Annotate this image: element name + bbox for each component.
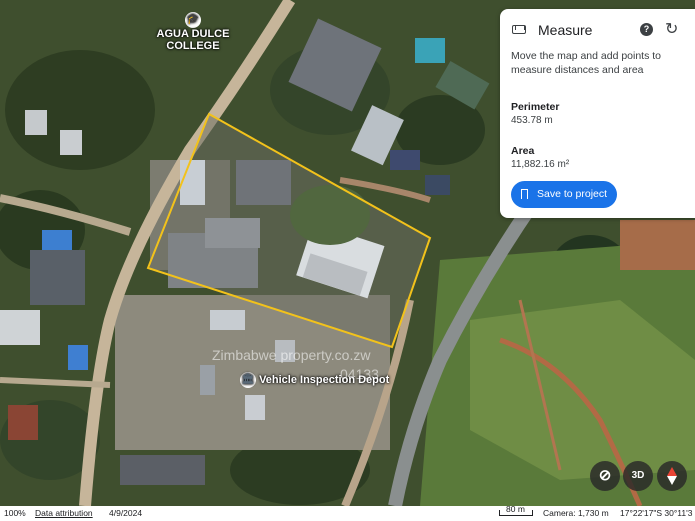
building-icon: 🏛 (240, 372, 256, 388)
help-icon[interactable]: ? (640, 23, 653, 36)
3d-toggle-button[interactable]: 3D (623, 461, 653, 491)
measure-title: Measure (538, 22, 593, 38)
watermark-line2: 04133 (340, 366, 379, 382)
school-icon: 🎓 (185, 12, 201, 28)
perimeter-value: 453.78 m (511, 115, 553, 126)
bookmark-icon (521, 189, 528, 199)
coordinates: 17°22'17"S 30°11'3 (620, 508, 693, 518)
perimeter-label: Perimeter (511, 101, 560, 113)
area-value: 11,882.16 m² (511, 159, 570, 170)
location-off-icon: ⊘ (598, 467, 612, 484)
save-to-project-label: Save to project (537, 188, 608, 200)
college-label-text: AGUA DULCE COLLEGE (156, 28, 230, 52)
measure-panel: Measure ? ↻ Move the map and add points … (500, 9, 695, 218)
watermark-line1: Zimbabwe property.co.zw (212, 347, 371, 363)
ruler-icon (512, 25, 526, 34)
save-to-project-button[interactable]: Save to project (511, 181, 617, 208)
data-attribution-link[interactable]: Data attribution (35, 506, 93, 521)
college-label[interactable]: 🎓 AGUA DULCE COLLEGE (150, 12, 236, 52)
status-bar: 100% Data attribution 4/9/2024 80 m Came… (0, 504, 695, 521)
camera-altitude: Camera: 1,730 m (543, 508, 609, 518)
3d-toggle-label: 3D (631, 470, 645, 481)
imagery-date: 4/9/2024 (109, 508, 143, 518)
compass-icon (667, 467, 677, 485)
measure-panel-header: Measure ? ↻ (512, 21, 690, 41)
scale-bar (499, 510, 533, 516)
measure-instructions: Move the map and add points to measure d… (511, 50, 662, 76)
reset-icon[interactable]: ↻ (665, 19, 678, 39)
area-label: Area (511, 145, 535, 157)
location-off-button[interactable]: ⊘ (590, 461, 620, 491)
zoom-level: 100% (4, 508, 26, 518)
compass-button[interactable] (657, 461, 687, 491)
